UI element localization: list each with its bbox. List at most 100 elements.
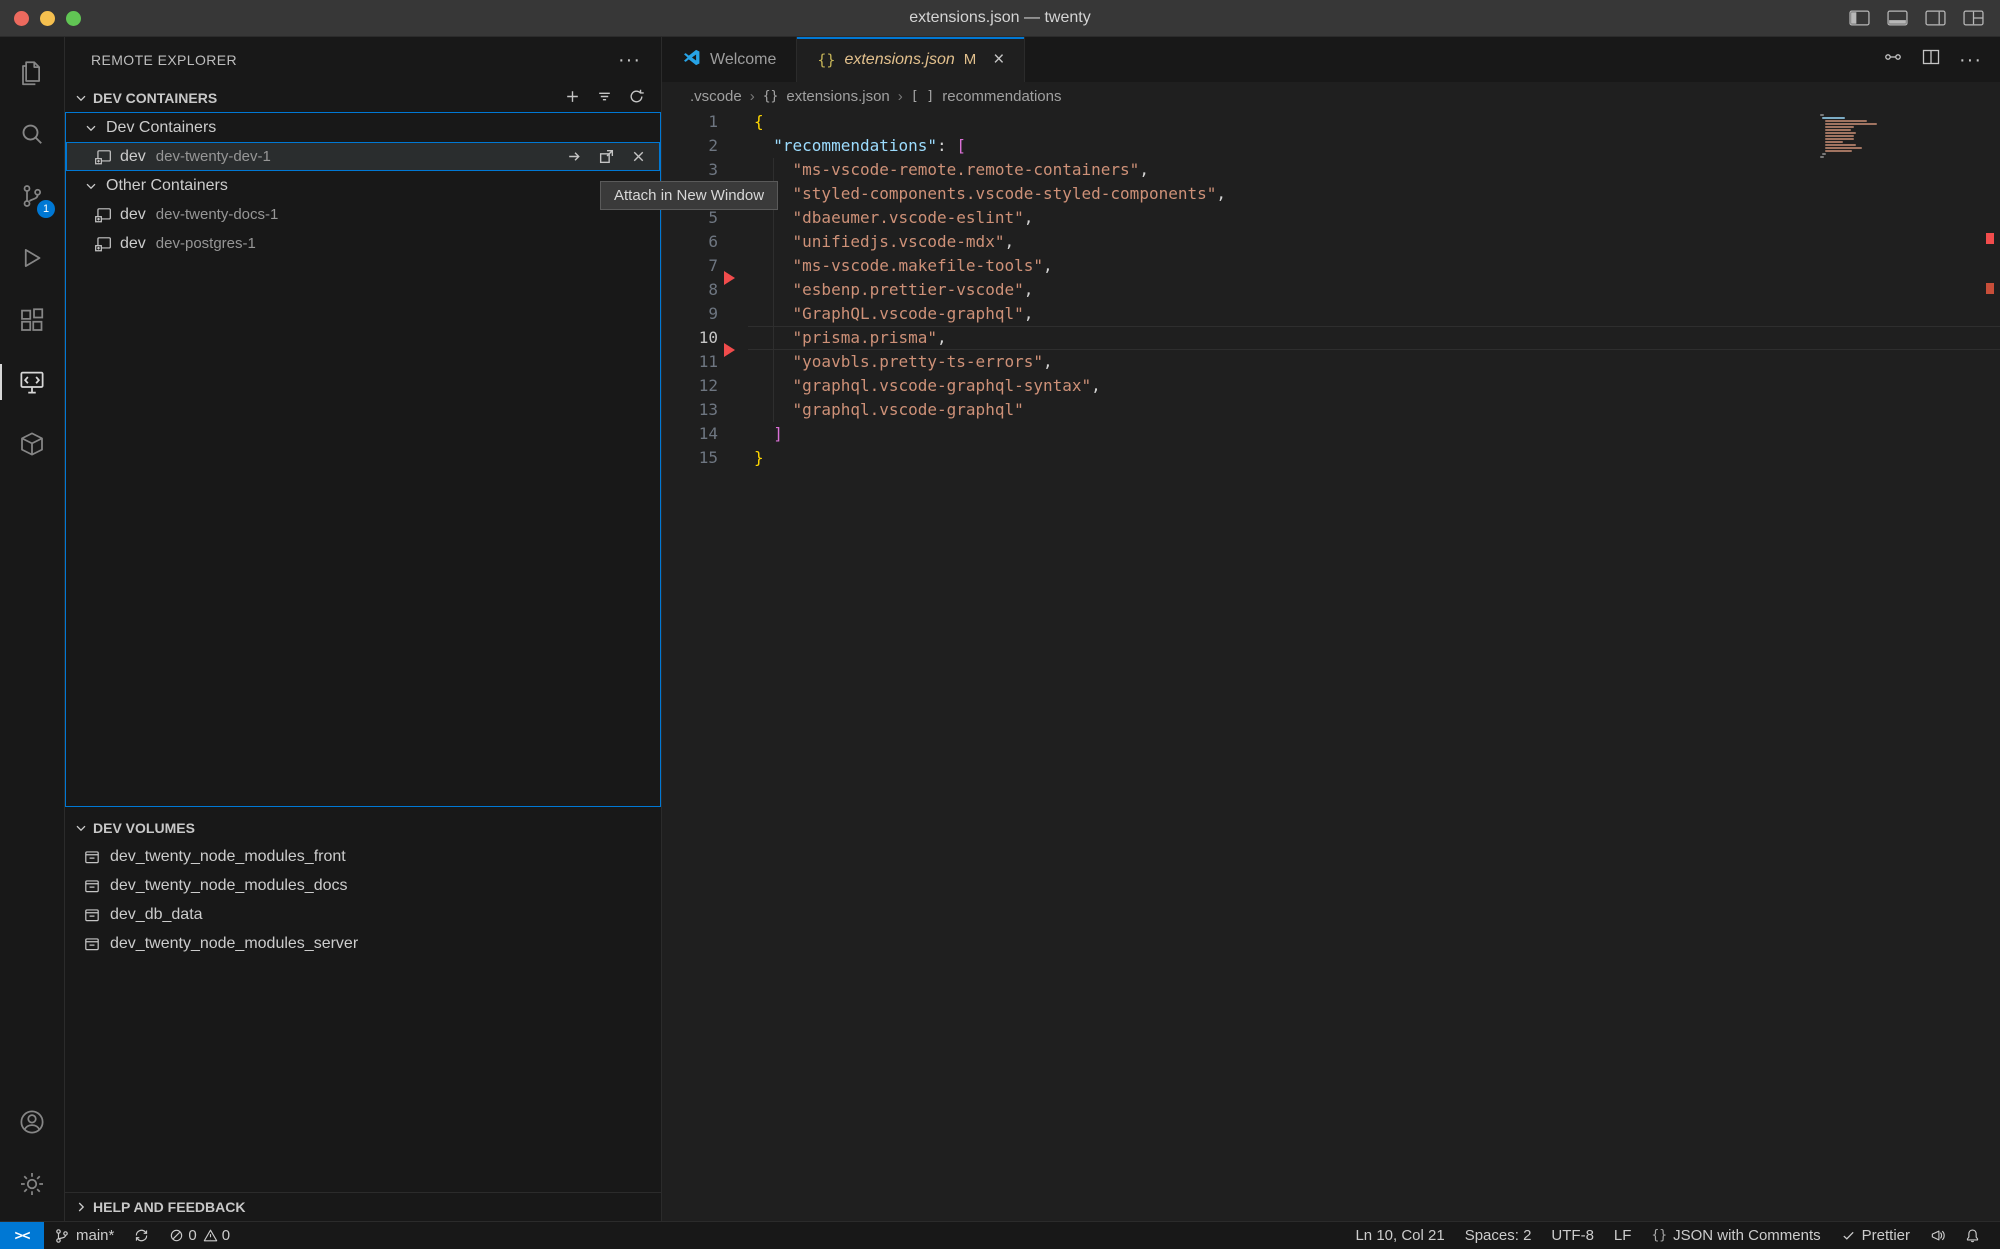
eol-status[interactable]: LF (1604, 1222, 1642, 1249)
cursor-position-status[interactable]: Ln 10, Col 21 (1345, 1222, 1454, 1249)
code-line[interactable]: 2 "recommendations": [ (662, 134, 2000, 158)
volume-icon (83, 935, 101, 953)
open-changes-icon[interactable] (1883, 47, 1903, 72)
json-file-icon: {} (817, 51, 835, 69)
explorer-icon[interactable] (0, 41, 64, 103)
source-control-icon[interactable]: 1 (0, 165, 64, 227)
container-tree-row[interactable]: devdev-twenty-docs-1 (66, 200, 660, 229)
problems-status[interactable]: 0 0 (159, 1222, 240, 1249)
container-tree-row[interactable]: devdev-twenty-dev-1 (66, 142, 660, 171)
minimap-line (1825, 135, 1854, 137)
toggle-secondary-sidebar-icon[interactable] (1925, 10, 1946, 26)
formatter-status[interactable]: Prettier (1831, 1222, 1920, 1249)
indentation-status[interactable]: Spaces: 2 (1455, 1222, 1542, 1249)
dev-containers-icon[interactable] (0, 413, 64, 475)
volume-tree-row[interactable]: dev_twenty_node_modules_server (65, 929, 661, 958)
stop-container-icon[interactable] (630, 148, 647, 165)
run-and-debug-icon[interactable] (0, 227, 64, 289)
minimap-line (1822, 153, 1826, 155)
feedback-icon[interactable] (1920, 1222, 1955, 1249)
container-tree-row[interactable]: devdev-postgres-1 (66, 229, 660, 258)
new-dev-container-icon[interactable] (564, 88, 581, 108)
remote-indicator[interactable]: >< (0, 1222, 44, 1249)
chevron-down-icon[interactable] (73, 820, 89, 836)
container-icon (94, 235, 112, 253)
breadcrumb-folder[interactable]: .vscode (690, 88, 742, 105)
remote-explorer-icon[interactable] (0, 351, 64, 413)
filter-icon[interactable] (596, 88, 613, 108)
chevron-down-icon[interactable] (73, 90, 89, 106)
tree-group[interactable]: Dev Containers (66, 113, 660, 142)
line-number: 1 (662, 110, 718, 134)
toggle-panel-icon[interactable] (1887, 10, 1908, 26)
attach-in-new-window-icon[interactable] (598, 148, 615, 165)
code-line[interactable]: 1{ (662, 110, 2000, 134)
sidebar-title-row: REMOTE EXPLORER ··· (65, 37, 661, 83)
chevron-right-icon[interactable] (73, 1199, 89, 1215)
volume-tree-row[interactable]: dev_twenty_node_modules_front (65, 842, 661, 871)
zoom-window-button[interactable] (66, 11, 81, 26)
sync-icon (134, 1228, 149, 1243)
customize-layout-icon[interactable] (1963, 10, 1984, 26)
breadcrumb-file[interactable]: extensions.json (786, 88, 889, 105)
code-editor[interactable]: 1{2 "recommendations": [3 "ms-vscode-rem… (662, 110, 2000, 1221)
dev-volumes-section-header[interactable]: DEV VOLUMES (65, 813, 661, 842)
encoding-status[interactable]: UTF-8 (1541, 1222, 1604, 1249)
dev-containers-section-header[interactable]: DEV CONTAINERS (65, 83, 661, 112)
code-line[interactable]: 6 "unifiedjs.vscode-mdx", (662, 230, 2000, 254)
sync-status[interactable] (124, 1222, 159, 1249)
errors-icon (169, 1228, 184, 1243)
accounts-icon[interactable] (0, 1091, 64, 1153)
extensions-icon[interactable] (0, 289, 64, 351)
split-editor-icon[interactable] (1921, 47, 1941, 72)
settings-gear-icon[interactable] (0, 1153, 64, 1215)
code-text: "graphql.vscode-graphql" (754, 398, 1024, 422)
code-line[interactable]: 5 "dbaeumer.vscode-eslint", (662, 206, 2000, 230)
code-line[interactable]: 9 "GraphQL.vscode-graphql", (662, 302, 2000, 326)
notifications-bell-icon[interactable] (1955, 1222, 1990, 1249)
volume-tree-row[interactable]: dev_twenty_node_modules_docs (65, 871, 661, 900)
language-mode-status[interactable]: {} JSON with Comments (1641, 1222, 1830, 1249)
attach-to-container-icon[interactable] (566, 148, 583, 165)
code-line[interactable]: 14 ] (662, 422, 2000, 446)
code-line[interactable]: 13 "graphql.vscode-graphql" (662, 398, 2000, 422)
code-line[interactable]: 15} (662, 446, 2000, 470)
sidebar-more-actions-icon[interactable]: ··· (618, 55, 641, 65)
code-line[interactable]: 4 "styled-components.vscode-styled-compo… (662, 182, 2000, 206)
close-window-button[interactable] (14, 11, 29, 26)
close-tab-icon[interactable]: × (993, 50, 1004, 69)
editor-actions: ··· (1883, 37, 2000, 82)
chevron-down-icon[interactable] (83, 120, 99, 136)
minimap-line (1825, 132, 1856, 134)
refresh-icon[interactable] (628, 88, 645, 108)
search-icon[interactable] (0, 103, 64, 165)
toggle-primary-sidebar-icon[interactable] (1849, 10, 1870, 26)
warnings-icon (203, 1228, 218, 1243)
chevron-down-icon[interactable] (83, 178, 99, 194)
minimize-window-button[interactable] (40, 11, 55, 26)
code-line[interactable]: 11 "yoavbls.pretty-ts-errors", (662, 350, 2000, 374)
more-actions-icon[interactable]: ··· (1959, 55, 1982, 65)
code-text: } (754, 446, 764, 470)
tab-welcome[interactable]: Welcome (662, 37, 797, 82)
minimap-line (1822, 117, 1845, 119)
breadcrumb-symbol[interactable]: recommendations (942, 88, 1061, 105)
code-line[interactable]: 10 "prisma.prisma", (662, 326, 2000, 350)
scm-badge: 1 (37, 200, 55, 218)
line-number: 11 (662, 350, 718, 374)
code-line[interactable]: 3 "ms-vscode-remote.remote-containers", (662, 158, 2000, 182)
git-modified-badge: M (964, 51, 977, 68)
minimap[interactable] (1820, 114, 1905, 159)
tree-group[interactable]: Other Containers (66, 171, 660, 200)
overview-ruler-mark (1986, 233, 1994, 244)
help-and-feedback-section-header[interactable]: HELP AND FEEDBACK (65, 1192, 661, 1221)
braces-icon: {} (1651, 1228, 1667, 1243)
code-line[interactable]: 12 "graphql.vscode-graphql-syntax", (662, 374, 2000, 398)
code-text: "prisma.prisma", (754, 326, 947, 350)
code-line[interactable]: 8 "esbenp.prettier-vscode", (662, 278, 2000, 302)
code-line[interactable]: 7 "ms-vscode.makefile-tools", (662, 254, 2000, 278)
tab-extensions-json[interactable]: {} extensions.json M × (797, 37, 1025, 82)
git-branch-status[interactable]: main* (44, 1222, 124, 1249)
volume-tree-row[interactable]: dev_db_data (65, 900, 661, 929)
volume-icon (83, 906, 101, 924)
